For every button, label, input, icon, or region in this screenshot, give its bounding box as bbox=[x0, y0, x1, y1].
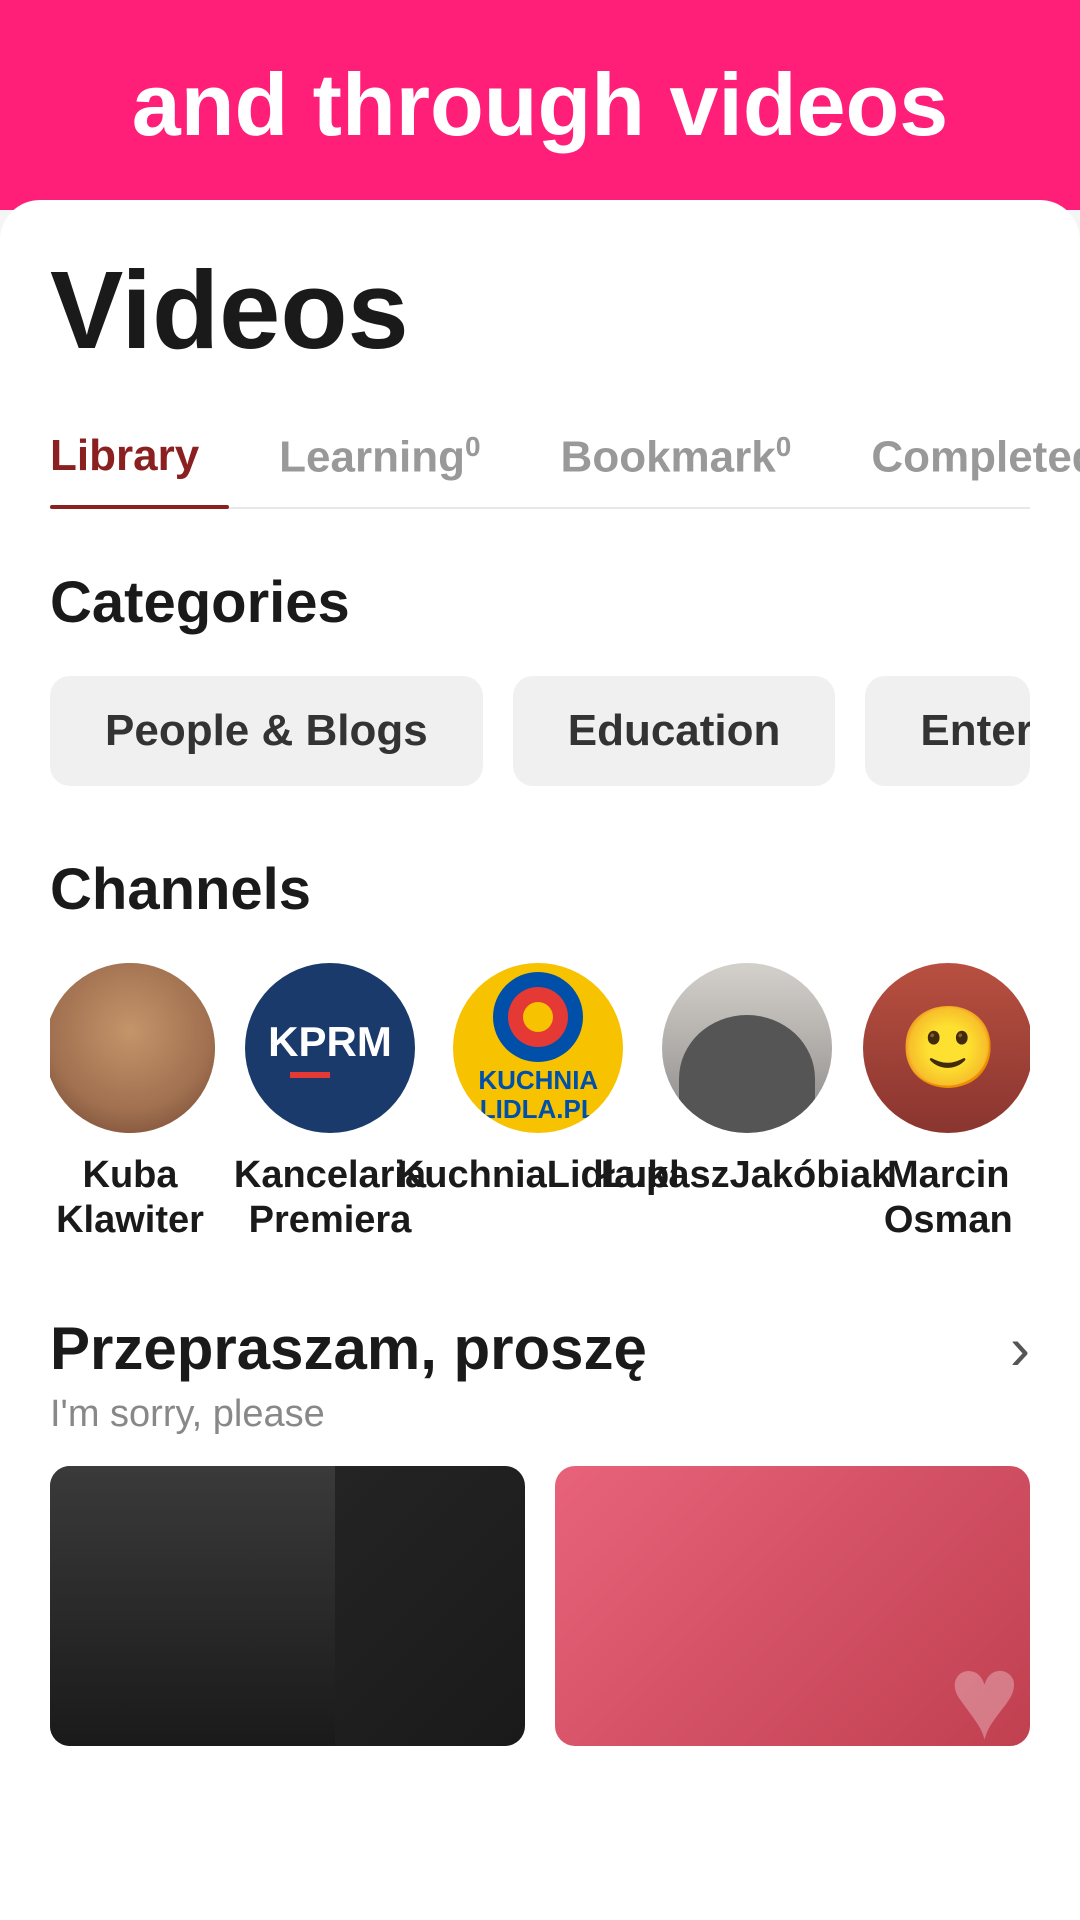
channel-avatar-lukasz bbox=[662, 963, 832, 1133]
tab-bookmark[interactable]: Bookmark0 bbox=[561, 411, 822, 507]
video-thumb-1[interactable] bbox=[50, 1466, 525, 1746]
channel-name-kuba: Kuba Klawiter bbox=[50, 1153, 210, 1244]
categories-list: People & Blogs Education Entertainm... bbox=[50, 676, 1030, 786]
lidl-icon bbox=[493, 972, 583, 1062]
page-title: Videos bbox=[50, 250, 1030, 371]
channels-title: Channels bbox=[50, 856, 1030, 923]
tab-completed[interactable]: Completed0 bbox=[871, 411, 1080, 507]
category-entertainment[interactable]: Entertainm... bbox=[865, 676, 1030, 786]
category-people-blogs[interactable]: People & Blogs bbox=[50, 676, 483, 786]
channels-list: Kuba Klawiter KPRM Kancelaria Premiera bbox=[50, 963, 1030, 1244]
video-section-subtitle: I'm sorry, please bbox=[50, 1393, 1030, 1436]
video-section-title: Przepraszam, proszę bbox=[50, 1314, 647, 1383]
marcin-face: 🙂 bbox=[863, 963, 1030, 1133]
tab-learning[interactable]: Learning0 bbox=[279, 411, 510, 507]
hero-banner: and through videos bbox=[0, 0, 1080, 210]
hero-text: and through videos bbox=[132, 57, 948, 154]
channel-kprm[interactable]: KPRM Kancelaria Premiera bbox=[240, 963, 420, 1244]
channel-kuba[interactable]: Kuba Klawiter bbox=[50, 963, 210, 1244]
category-education[interactable]: Education bbox=[513, 676, 836, 786]
video-thumb-2[interactable] bbox=[555, 1466, 1030, 1746]
channels-section: Channels Kuba Klawiter KPRM Kancelaria P… bbox=[50, 856, 1030, 1244]
video-section: Przepraszam, proszę › I'm sorry, please bbox=[50, 1314, 1030, 1746]
channel-name-lukasz: ŁukaszJakóbiak bbox=[601, 1153, 892, 1199]
channel-avatar-kuba bbox=[50, 963, 215, 1133]
channel-avatar-kuchnia: KUCHNIA LIDLA.PL bbox=[453, 963, 623, 1133]
channel-avatar-marcin: 🙂 bbox=[863, 963, 1030, 1133]
main-card: Videos Library Learning0 Bookmark0 Compl… bbox=[0, 200, 1080, 1920]
video-section-header: Przepraszam, proszę › bbox=[50, 1314, 1030, 1383]
kprm-underline bbox=[290, 1072, 370, 1078]
video-thumbnails bbox=[50, 1466, 1030, 1746]
channel-kuchnia[interactable]: KUCHNIA LIDLA.PL KuchniaLidla.pl bbox=[450, 963, 627, 1244]
categories-title: Categories bbox=[50, 569, 1030, 636]
tab-library[interactable]: Library bbox=[50, 411, 229, 507]
kuchnia-text: KUCHNIA LIDLA.PL bbox=[478, 1066, 598, 1123]
tabs-bar: Library Learning0 Bookmark0 Completed0 bbox=[50, 411, 1030, 509]
channel-marcin[interactable]: 🙂 Marcin Osman bbox=[867, 963, 1030, 1244]
chevron-right-icon[interactable]: › bbox=[1010, 1314, 1030, 1383]
channel-avatar-kprm: KPRM bbox=[245, 963, 415, 1133]
kprm-logo-text: KPRM bbox=[268, 1018, 392, 1066]
channel-lukasz[interactable]: ŁukaszJakóbiak bbox=[657, 963, 837, 1244]
channel-name-marcin: Marcin Osman bbox=[867, 1153, 1030, 1244]
categories-section: Categories People & Blogs Education Ente… bbox=[50, 569, 1030, 786]
